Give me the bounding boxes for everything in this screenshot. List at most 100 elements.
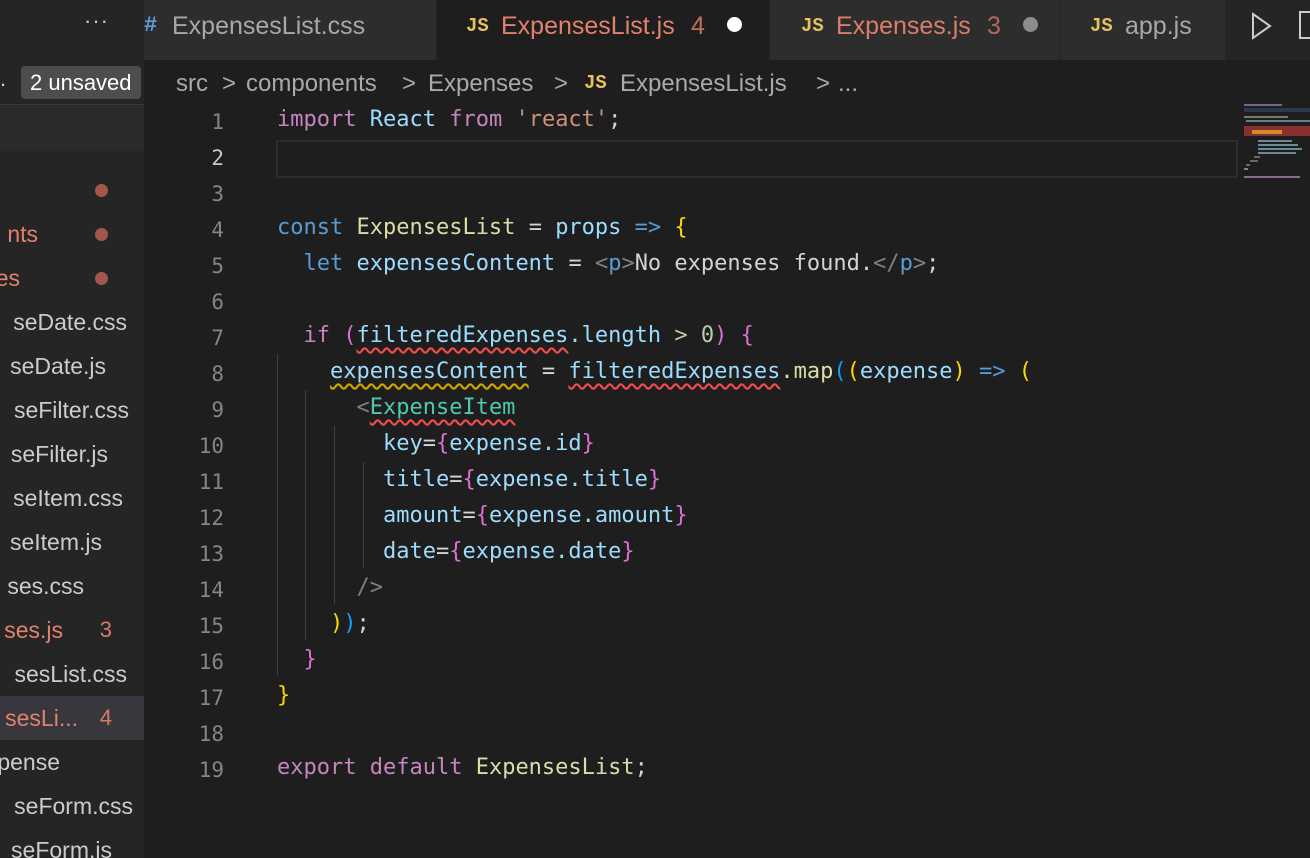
open-editors-divider — [0, 104, 144, 151]
explorer-item-label: seForm.js — [11, 837, 112, 858]
line-number: 18 — [198, 722, 224, 746]
explorer-file[interactable]: seItem.css — [0, 476, 144, 520]
code-line[interactable]: amount={expense.amount} — [277, 503, 688, 528]
code-line[interactable]: let expensesContent = <p>No expenses fou… — [277, 251, 940, 276]
code-line[interactable]: } — [277, 683, 290, 708]
line-number: 6 — [211, 290, 224, 314]
explorer-file[interactable]: seDate.css — [0, 300, 144, 344]
tab-expenseslist-css[interactable]: # ExpensesList.css — [144, 0, 437, 60]
explorer-file[interactable]: seForm.css — [0, 784, 144, 828]
js-file-icon: JS — [801, 15, 824, 37]
modified-dot-icon — [95, 184, 108, 197]
code-line[interactable]: } — [277, 647, 317, 672]
breadcrumb-separator: > — [816, 70, 831, 97]
explorer-file[interactable]: seForm.js — [0, 828, 144, 858]
line-number: 14 — [198, 578, 224, 602]
current-line-highlight — [276, 140, 1238, 178]
js-file-icon: JS — [584, 72, 607, 94]
tab-expenseslist-js[interactable]: JS ExpensesList.js 4 — [437, 0, 770, 60]
sidebar-ellipsis: . — [0, 66, 7, 91]
explorer-file[interactable]: seItem.js — [0, 520, 144, 564]
breadcrumb-item[interactable]: Expenses — [428, 62, 533, 106]
css-file-icon: # — [144, 13, 158, 38]
js-file-icon: JS — [466, 15, 489, 37]
explorer-file[interactable]: ses.js 3 — [0, 608, 144, 652]
explorer-item[interactable] — [0, 168, 144, 212]
explorer-file[interactable]: seDate.js — [0, 344, 144, 388]
explorer-item-label: sesLi... — [5, 705, 78, 731]
sidebar-more-icon[interactable]: ··· — [84, 8, 109, 34]
modified-dot-icon — [95, 228, 108, 241]
explorer-file[interactable]: seFilter.js — [0, 432, 144, 476]
explorer-item-label: seFilter.css — [13, 397, 129, 423]
line-number: 1 — [211, 110, 224, 134]
explorer-item-label: ses.css — [7, 573, 84, 599]
tab-app-js[interactable]: JS app.js — [1061, 0, 1226, 60]
tab-label: app.js — [1125, 12, 1192, 40]
run-icon[interactable] — [1250, 12, 1272, 40]
explorer-file-active[interactable]: sesLi... 4 — [0, 696, 144, 740]
line-number: 15 — [198, 614, 224, 638]
editor-tab-bar: # ExpensesList.css JS ExpensesList.js 4 … — [144, 0, 1310, 60]
line-number: 19 — [198, 758, 224, 782]
line-number: 4 — [211, 218, 224, 242]
line-number: 13 — [198, 542, 224, 566]
explorer-item-label: seDate.css — [13, 309, 127, 335]
explorer-folder-components[interactable]: nts — [0, 212, 144, 256]
code-line[interactable]: <ExpenseItem — [277, 395, 515, 420]
line-number: 11 — [198, 470, 224, 494]
explorer-item-label: sesList.css — [14, 661, 127, 687]
tab-label: ExpensesList.js — [501, 12, 675, 40]
problem-count: 4 — [99, 705, 112, 730]
line-number: 9 — [211, 398, 224, 422]
unsaved-dot-icon[interactable] — [1023, 17, 1038, 32]
code-line[interactable]: export default ExpensesList; — [277, 755, 648, 780]
tab-label: Expenses.js — [836, 12, 971, 40]
explorer-sidebar: ··· . 2 unsaved nts es seDate.css seDate… — [0, 0, 144, 858]
line-number: 16 — [198, 650, 224, 674]
breadcrumb-separator: > — [554, 70, 569, 97]
explorer-item-label: nts — [7, 221, 38, 247]
unsaved-dot-icon[interactable] — [727, 17, 742, 32]
explorer-item-label: seDate.js — [10, 353, 106, 379]
line-number: 3 — [211, 182, 224, 206]
code-line[interactable]: /> — [277, 575, 383, 600]
code-line[interactable]: date={expense.date} — [277, 539, 635, 564]
line-number: 2 — [211, 146, 224, 170]
line-number: 17 — [198, 686, 224, 710]
breadcrumb-separator: > — [222, 70, 237, 97]
breadcrumb-item[interactable]: ExpensesList.js — [620, 62, 787, 106]
code-line[interactable]: )); — [277, 611, 370, 636]
explorer-file[interactable]: seFilter.css — [0, 388, 144, 432]
minimap[interactable] — [1244, 100, 1310, 200]
breadcrumb-item[interactable]: src — [176, 62, 208, 106]
line-number: 7 — [211, 326, 224, 350]
explorer-file[interactable]: ses.css — [0, 564, 144, 608]
line-number: 8 — [211, 362, 224, 386]
problem-count: 3 — [99, 617, 112, 642]
line-number: 10 — [198, 434, 224, 458]
line-number: 12 — [198, 506, 224, 530]
split-editor-icon[interactable] — [1298, 10, 1310, 40]
tab-expenses-js[interactable]: JS Expenses.js 3 — [770, 0, 1061, 60]
code-editor[interactable]: 1 2 3 4 5 6 7 8 9 10 11 12 13 14 15 16 17 18 19 import Rea… — [144, 104, 1244, 858]
unsaved-badge: 2 unsaved — [21, 66, 141, 99]
line-number: 5 — [211, 254, 224, 278]
js-file-icon: JS — [1090, 15, 1113, 37]
code-line[interactable]: if (filteredExpenses.length > 0) { — [277, 323, 754, 348]
code-line[interactable]: key={expense.id} — [277, 431, 595, 456]
breadcrumb-item[interactable]: components — [246, 62, 377, 106]
code-line[interactable]: const ExpensesList = props => { — [277, 215, 688, 240]
explorer-folder-expenses[interactable]: es — [0, 256, 144, 300]
breadcrumb-item[interactable]: ... — [838, 62, 858, 106]
code-line[interactable]: import React from 'react'; — [277, 107, 621, 132]
explorer-item-label: seItem.css — [13, 485, 123, 511]
explorer-item-label: seFilter.js — [10, 441, 108, 467]
modified-dot-icon — [95, 272, 108, 285]
code-line[interactable]: title={expense.title} — [277, 467, 661, 492]
explorer-item-label: ses.js — [4, 617, 63, 643]
explorer-file[interactable]: sesList.css — [0, 652, 144, 696]
code-line[interactable]: expensesContent = filteredExpenses.map((… — [277, 359, 1032, 384]
explorer-folder[interactable]: pense — [0, 740, 144, 784]
tab-problem-count: 3 — [987, 12, 1001, 40]
